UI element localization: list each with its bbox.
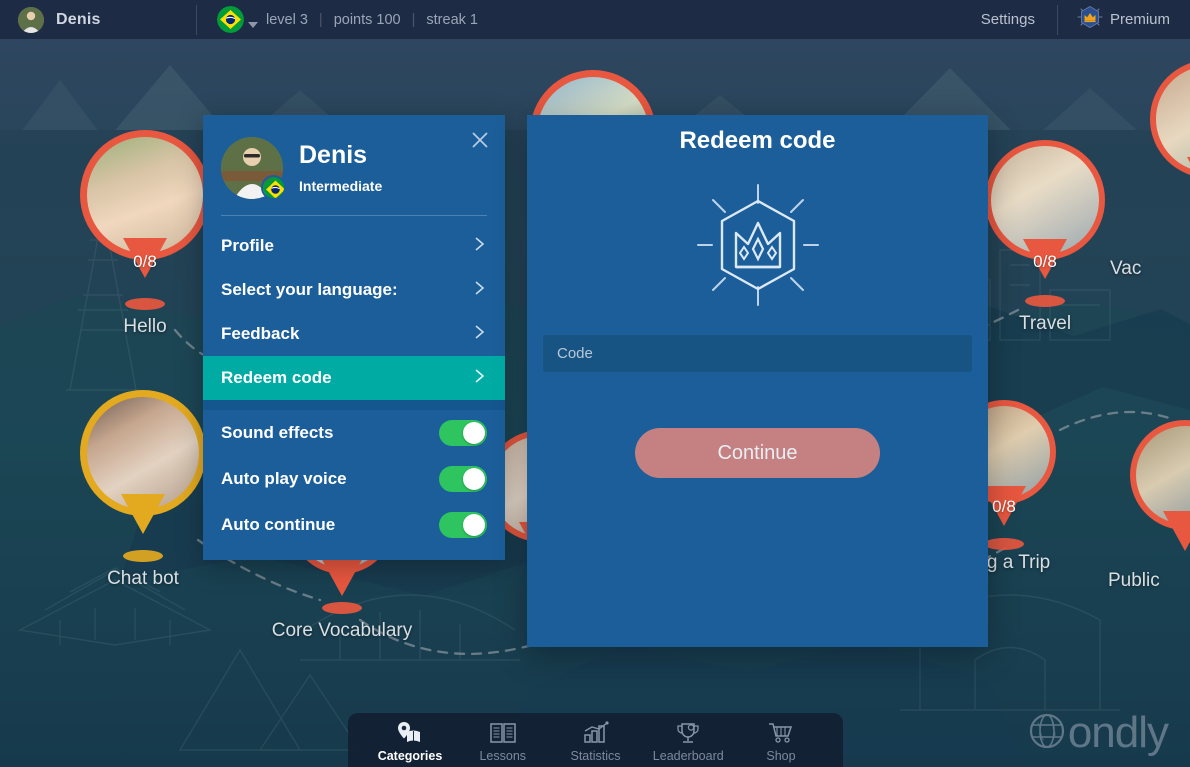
menu-item-label: Redeem code	[221, 368, 332, 388]
toggle-label: Sound effects	[221, 423, 333, 443]
sound-effects-toggle[interactable]	[439, 420, 487, 446]
map-pin-label: Chat bot	[107, 568, 179, 590]
toggle-row-auto-continue: Auto continue	[203, 502, 505, 548]
language-selector[interactable]	[197, 6, 266, 33]
menu-item-redeem-code[interactable]: Redeem code	[203, 356, 505, 400]
brazil-flag-icon	[217, 6, 244, 33]
map-pin-count: 0/8	[985, 252, 1105, 272]
toggle-row-sound-effects: Sound effects	[203, 410, 505, 456]
settings-panel-header: Denis Intermediate	[203, 115, 505, 215]
toggle-row-auto-play-voice: Auto play voice	[203, 456, 505, 502]
nav-label: Categories	[378, 749, 443, 763]
avatar	[18, 7, 44, 33]
auto-play-voice-toggle[interactable]	[439, 466, 487, 492]
user-name: Denis	[56, 11, 101, 29]
chevron-down-icon	[248, 22, 258, 28]
stat-divider: |	[319, 12, 323, 28]
map-pin-label: Travel	[1019, 313, 1071, 335]
trophy-icon	[674, 720, 702, 746]
stat-divider: |	[412, 12, 416, 28]
auto-continue-toggle[interactable]	[439, 512, 487, 538]
dialog-title: Redeem code	[527, 115, 988, 155]
settings-button[interactable]: Settings	[959, 11, 1057, 28]
nav-item-leaderboard[interactable]: Leaderboard	[642, 720, 734, 763]
top-bar: Denis level 3 | points 100 | streak 1 Se…	[0, 0, 1190, 39]
nav-item-statistics[interactable]: Statistics	[550, 720, 642, 763]
settings-panel: Denis Intermediate Profile Select your l…	[203, 115, 505, 560]
premium-button[interactable]: Premium	[1058, 3, 1190, 36]
nav-label: Lessons	[479, 749, 526, 763]
map-pin-hello[interactable]: 0/8 Hello	[80, 130, 210, 260]
panel-user-name: Denis	[299, 142, 382, 170]
chevron-right-icon	[473, 368, 487, 389]
menu-item-profile[interactable]: Profile	[203, 224, 505, 268]
nav-item-lessons[interactable]: Lessons	[457, 720, 549, 763]
code-input[interactable]	[543, 335, 972, 372]
open-book-icon	[489, 720, 517, 746]
chevron-right-icon	[473, 324, 487, 345]
map-pin-label-vacation: Vac	[1110, 258, 1141, 280]
nav-label: Leaderboard	[653, 749, 724, 763]
map-pin-label-public: Public	[1108, 570, 1160, 592]
nav-item-categories[interactable]: Categories	[364, 720, 456, 763]
menu-item-label: Select your language:	[221, 280, 398, 300]
chevron-right-icon	[473, 280, 487, 301]
map-pin-label: Hello	[123, 316, 166, 338]
map-pin-chat-bot[interactable]: Chat bot	[80, 390, 206, 516]
toggle-label: Auto play voice	[221, 469, 347, 489]
crown-hexagon-rays-icon	[527, 155, 988, 335]
redeem-code-dialog: Redeem code	[527, 115, 988, 647]
brazil-flag-icon	[261, 175, 286, 200]
bottom-nav: Categories Lessons	[348, 713, 843, 767]
panel-footer-spacer	[203, 548, 505, 560]
user-stats: level 3 | points 100 | streak 1	[266, 12, 478, 28]
premium-label: Premium	[1110, 11, 1170, 28]
menu-item-label: Feedback	[221, 324, 299, 344]
avatar	[221, 137, 283, 199]
nav-label: Statistics	[570, 749, 620, 763]
nav-item-shop[interactable]: Shop	[735, 720, 827, 763]
panel-section-gap	[203, 400, 505, 410]
map-pin-book-icon	[395, 720, 425, 746]
profile-text-block: Denis Intermediate	[299, 142, 382, 194]
map-pin-label: Core Vocabulary	[272, 620, 412, 642]
map-pin-count: 0/8	[80, 252, 210, 272]
stat-points: points 100	[334, 12, 401, 28]
menu-item-label: Profile	[221, 236, 274, 256]
shopping-cart-icon	[767, 720, 795, 746]
map-pin-public[interactable]	[1130, 420, 1190, 530]
chevron-right-icon	[473, 236, 487, 257]
menu-item-select-language[interactable]: Select your language:	[203, 268, 505, 312]
stat-streak: streak 1	[426, 12, 478, 28]
top-bar-right: Settings Premium	[959, 0, 1190, 39]
continue-button[interactable]: Continue	[635, 428, 880, 478]
mondly-logo: ondly	[1028, 711, 1168, 755]
stat-level: level 3	[266, 12, 308, 28]
premium-crown-badge-icon	[1076, 3, 1104, 36]
map-pin-travel[interactable]: 0/8 Travel	[985, 140, 1105, 260]
map-pin-vacation[interactable]	[1150, 60, 1190, 178]
globe-icon	[1028, 712, 1066, 755]
user-profile-button[interactable]: Denis	[0, 0, 196, 39]
close-icon[interactable]	[467, 127, 493, 153]
nav-label: Shop	[766, 749, 795, 763]
menu-item-feedback[interactable]: Feedback	[203, 312, 505, 356]
logo-text: ondly	[1068, 711, 1168, 755]
bar-chart-icon	[582, 720, 610, 746]
panel-user-level: Intermediate	[299, 178, 382, 194]
toggle-label: Auto continue	[221, 515, 335, 535]
app-screen: 0/8 Hello Chat bot Core Vocabulary	[0, 0, 1190, 767]
